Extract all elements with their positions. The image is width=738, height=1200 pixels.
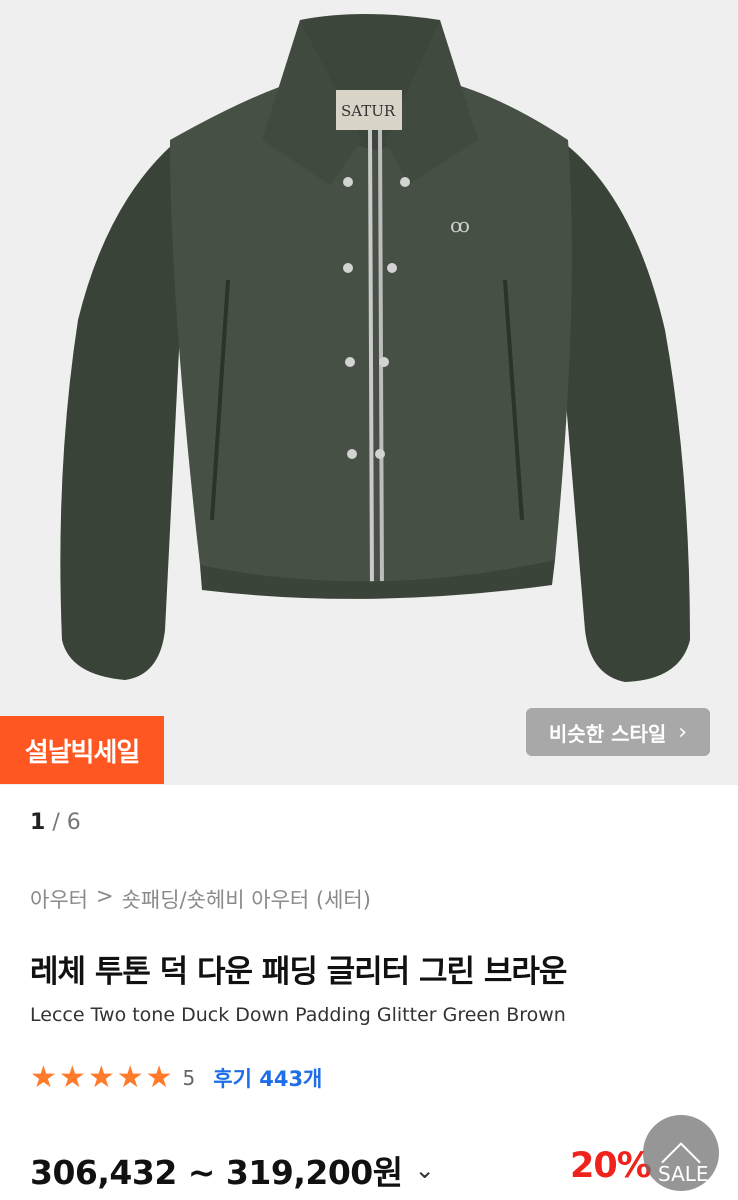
- star-icon: ★: [116, 1060, 144, 1095]
- price-range: 306,432 ~ 319,200원: [30, 1153, 403, 1192]
- rating-stars: ★ ★ ★ ★ ★: [30, 1063, 173, 1093]
- chevron-down-icon[interactable]: ⌄: [415, 1156, 435, 1184]
- discount-rate: 20%: [570, 1146, 652, 1186]
- rating-row: ★ ★ ★ ★ ★ 5 후기 443개: [30, 1063, 322, 1093]
- page-separator: /: [52, 810, 60, 835]
- current-page: 1: [30, 810, 46, 835]
- star-icon: ★: [58, 1060, 86, 1095]
- similar-style-button[interactable]: 비슷한 스타일 ›: [526, 708, 710, 756]
- star-icon: ★: [30, 1060, 57, 1095]
- price-row[interactable]: 306,432 ~ 319,200원 ⌄: [30, 1146, 435, 1194]
- review-count-link[interactable]: 후기 443개: [213, 1063, 322, 1093]
- breadcrumb: 아우터 > 숏패딩/숏헤비 아우터 (세터): [30, 884, 371, 914]
- breadcrumb-category[interactable]: 아우터: [30, 884, 88, 914]
- breadcrumb-subcategory[interactable]: 숏패딩/숏헤비 아우터 (세터): [122, 884, 371, 914]
- svg-text:SATUR: SATUR: [341, 102, 396, 120]
- star-icon: ★: [145, 1060, 173, 1095]
- product-image-carousel[interactable]: SATUR ꝏ 설날빅세일 비슷한 스타일 ›: [0, 0, 738, 785]
- star-icon: ★: [87, 1060, 115, 1095]
- sale-label: SALE: [658, 1162, 709, 1186]
- product-image: SATUR ꝏ: [60, 14, 690, 682]
- image-page-indicator: 1 / 6: [30, 810, 81, 835]
- rating-score: 5: [182, 1066, 196, 1090]
- product-title-en: Lecce Two tone Duck Down Padding Glitter…: [30, 1004, 566, 1026]
- svg-text:ꝏ: ꝏ: [450, 213, 470, 237]
- sale-badge: 설날빅세일: [0, 716, 164, 784]
- total-pages: 6: [66, 810, 81, 835]
- chevron-right-icon: ›: [678, 719, 688, 745]
- breadcrumb-separator: >: [95, 884, 114, 908]
- similar-style-label: 비슷한 스타일: [548, 721, 667, 746]
- product-title-ko: 레체 투톤 덕 다운 패딩 글리터 그린 브라운: [30, 954, 567, 990]
